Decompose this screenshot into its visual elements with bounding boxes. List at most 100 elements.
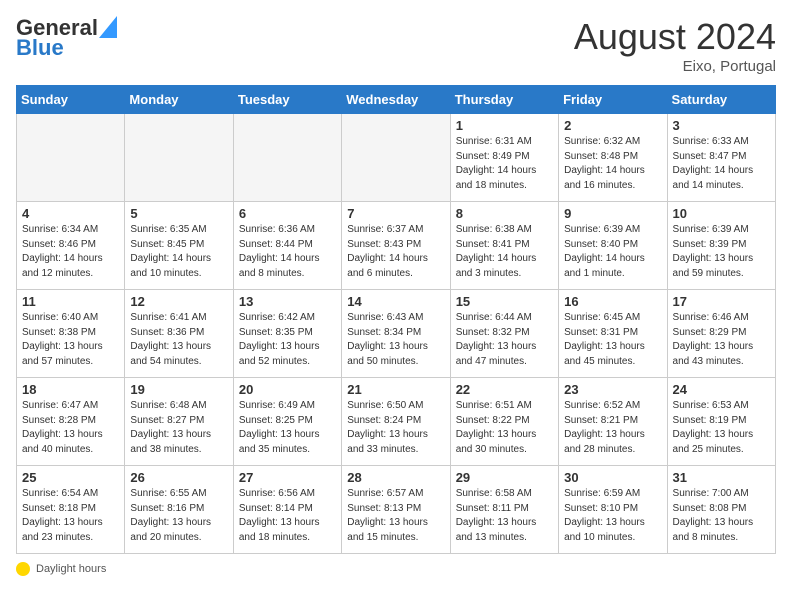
calendar-cell: 5 Sunrise: 6:35 AM Sunset: 8:45 PM Daylig… xyxy=(125,202,233,290)
cell-details: Sunrise: 6:54 AM Sunset: 8:18 PM Dayligh… xyxy=(22,487,119,545)
calendar-week-5: 25 Sunrise: 6:54 AM Sunset: 8:18 PM Dayli… xyxy=(17,466,776,554)
calendar-cell: 12Sunrise: 6:41 AM Sunset: 8:36 PM Dayli… xyxy=(125,290,233,378)
calendar-cell: 15Sunrise: 6:44 AM Sunset: 8:32 PM Dayli… xyxy=(450,290,558,378)
cell-details: Sunrise: 6:53 AM Sunset: 8:19 PM Dayligh… xyxy=(673,399,770,457)
cell-details: Sunrise: 6:59 AM Sunset: 8:10 PM Dayligh… xyxy=(564,487,661,545)
calendar-header-row: SundayMondayTuesdayWednesdayThursdayFrid… xyxy=(17,86,776,114)
calendar-cell xyxy=(125,114,233,202)
calendar-cell: 13Sunrise: 6:42 AM Sunset: 8:35 PM Dayli… xyxy=(233,290,341,378)
day-number: 13 xyxy=(239,294,336,309)
logo-blue: Blue xyxy=(16,36,117,60)
day-number: 30 xyxy=(564,470,661,485)
day-number: 15 xyxy=(456,294,553,309)
cell-details: Sunrise: 6:56 AM Sunset: 8:14 PM Dayligh… xyxy=(239,487,336,545)
cell-details: Sunrise: 6:55 AM Sunset: 8:16 PM Dayligh… xyxy=(130,487,227,545)
calendar-body: 1 Sunrise: 6:31 AM Sunset: 8:49 PM Daylig… xyxy=(17,114,776,554)
logo-arrow-icon xyxy=(99,16,117,38)
calendar-cell: 8 Sunrise: 6:38 AM Sunset: 8:41 PM Daylig… xyxy=(450,202,558,290)
day-number: 7 xyxy=(347,206,444,221)
page-header: General Blue August 2024 Eixo, Portugal xyxy=(16,16,776,75)
cell-details: Sunrise: 6:46 AM Sunset: 8:29 PM Dayligh… xyxy=(673,311,770,369)
cell-details: Sunrise: 6:39 AM Sunset: 8:39 PM Dayligh… xyxy=(673,223,770,281)
day-number: 3 xyxy=(673,118,770,133)
cell-details: Sunrise: 6:31 AM Sunset: 8:49 PM Dayligh… xyxy=(456,135,553,193)
cell-details: Sunrise: 6:57 AM Sunset: 8:13 PM Dayligh… xyxy=(347,487,444,545)
day-number: 1 xyxy=(456,118,553,133)
cell-details: Sunrise: 6:34 AM Sunset: 8:46 PM Dayligh… xyxy=(22,223,119,281)
calendar-cell: 22Sunrise: 6:51 AM Sunset: 8:22 PM Dayli… xyxy=(450,378,558,466)
day-number: 16 xyxy=(564,294,661,309)
day-number: 28 xyxy=(347,470,444,485)
cell-details: Sunrise: 7:00 AM Sunset: 8:08 PM Dayligh… xyxy=(673,487,770,545)
calendar-cell: 18 Sunrise: 6:47 AM Sunset: 8:28 PM Dayli… xyxy=(17,378,125,466)
cell-details: Sunrise: 6:38 AM Sunset: 8:41 PM Dayligh… xyxy=(456,223,553,281)
calendar-week-3: 11 Sunrise: 6:40 AM Sunset: 8:38 PM Dayli… xyxy=(17,290,776,378)
cell-details: Sunrise: 6:51 AM Sunset: 8:22 PM Dayligh… xyxy=(456,399,553,457)
day-header-monday: Monday xyxy=(125,86,233,114)
calendar-cell: 23Sunrise: 6:52 AM Sunset: 8:21 PM Dayli… xyxy=(559,378,667,466)
day-number: 10 xyxy=(673,206,770,221)
calendar-week-4: 18 Sunrise: 6:47 AM Sunset: 8:28 PM Dayli… xyxy=(17,378,776,466)
cell-details: Sunrise: 6:35 AM Sunset: 8:45 PM Dayligh… xyxy=(130,223,227,281)
calendar-cell: 11 Sunrise: 6:40 AM Sunset: 8:38 PM Dayli… xyxy=(17,290,125,378)
calendar-cell: 7 Sunrise: 6:37 AM Sunset: 8:43 PM Daylig… xyxy=(342,202,450,290)
calendar-cell: 29 Sunrise: 6:58 AM Sunset: 8:11 PM Dayli… xyxy=(450,466,558,554)
calendar-cell: 19 Sunrise: 6:48 AM Sunset: 8:27 PM Dayli… xyxy=(125,378,233,466)
cell-details: Sunrise: 6:48 AM Sunset: 8:27 PM Dayligh… xyxy=(130,399,227,457)
day-header-thursday: Thursday xyxy=(450,86,558,114)
calendar-footer: Daylight hours xyxy=(16,562,776,576)
calendar-cell: 1 Sunrise: 6:31 AM Sunset: 8:49 PM Daylig… xyxy=(450,114,558,202)
day-number: 4 xyxy=(22,206,119,221)
day-number: 14 xyxy=(347,294,444,309)
day-number: 29 xyxy=(456,470,553,485)
day-header-sunday: Sunday xyxy=(17,86,125,114)
calendar-cell: 21Sunrise: 6:50 AM Sunset: 8:24 PM Dayli… xyxy=(342,378,450,466)
cell-details: Sunrise: 6:32 AM Sunset: 8:48 PM Dayligh… xyxy=(564,135,661,193)
day-number: 19 xyxy=(130,382,227,397)
cell-details: Sunrise: 6:58 AM Sunset: 8:11 PM Dayligh… xyxy=(456,487,553,545)
calendar-cell: 28 Sunrise: 6:57 AM Sunset: 8:13 PM Dayli… xyxy=(342,466,450,554)
day-number: 25 xyxy=(22,470,119,485)
calendar-cell: 26Sunrise: 6:55 AM Sunset: 8:16 PM Dayli… xyxy=(125,466,233,554)
day-number: 27 xyxy=(239,470,336,485)
day-number: 6 xyxy=(239,206,336,221)
location: Eixo, Portugal xyxy=(574,58,776,75)
cell-details: Sunrise: 6:33 AM Sunset: 8:47 PM Dayligh… xyxy=(673,135,770,193)
cell-details: Sunrise: 6:39 AM Sunset: 8:40 PM Dayligh… xyxy=(564,223,661,281)
day-number: 5 xyxy=(130,206,227,221)
calendar-week-1: 1 Sunrise: 6:31 AM Sunset: 8:49 PM Daylig… xyxy=(17,114,776,202)
day-number: 8 xyxy=(456,206,553,221)
day-header-wednesday: Wednesday xyxy=(342,86,450,114)
cell-details: Sunrise: 6:47 AM Sunset: 8:28 PM Dayligh… xyxy=(22,399,119,457)
logo-text: General Blue xyxy=(16,16,117,60)
cell-details: Sunrise: 6:37 AM Sunset: 8:43 PM Dayligh… xyxy=(347,223,444,281)
footer-label: Daylight hours xyxy=(36,563,106,575)
cell-details: Sunrise: 6:43 AM Sunset: 8:34 PM Dayligh… xyxy=(347,311,444,369)
day-header-tuesday: Tuesday xyxy=(233,86,341,114)
cell-details: Sunrise: 6:36 AM Sunset: 8:44 PM Dayligh… xyxy=(239,223,336,281)
title-block: August 2024 Eixo, Portugal xyxy=(574,16,776,75)
day-number: 31 xyxy=(673,470,770,485)
calendar-table: SundayMondayTuesdayWednesdayThursdayFrid… xyxy=(16,85,776,554)
day-number: 17 xyxy=(673,294,770,309)
calendar-cell: 20Sunrise: 6:49 AM Sunset: 8:25 PM Dayli… xyxy=(233,378,341,466)
calendar-cell: 10 Sunrise: 6:39 AM Sunset: 8:39 PM Dayli… xyxy=(667,202,775,290)
calendar-cell: 27 Sunrise: 6:56 AM Sunset: 8:14 PM Dayli… xyxy=(233,466,341,554)
cell-details: Sunrise: 6:50 AM Sunset: 8:24 PM Dayligh… xyxy=(347,399,444,457)
day-header-friday: Friday xyxy=(559,86,667,114)
day-number: 18 xyxy=(22,382,119,397)
day-number: 9 xyxy=(564,206,661,221)
day-header-saturday: Saturday xyxy=(667,86,775,114)
calendar-cell: 4 Sunrise: 6:34 AM Sunset: 8:46 PM Daylig… xyxy=(17,202,125,290)
logo: General Blue xyxy=(16,16,117,60)
calendar-cell xyxy=(233,114,341,202)
cell-details: Sunrise: 6:40 AM Sunset: 8:38 PM Dayligh… xyxy=(22,311,119,369)
cell-details: Sunrise: 6:49 AM Sunset: 8:25 PM Dayligh… xyxy=(239,399,336,457)
sun-icon xyxy=(16,562,30,576)
calendar-cell: 17 Sunrise: 6:46 AM Sunset: 8:29 PM Dayli… xyxy=(667,290,775,378)
calendar-cell: 14 Sunrise: 6:43 AM Sunset: 8:34 PM Dayli… xyxy=(342,290,450,378)
calendar-cell: 25 Sunrise: 6:54 AM Sunset: 8:18 PM Dayli… xyxy=(17,466,125,554)
day-number: 11 xyxy=(22,294,119,309)
day-number: 23 xyxy=(564,382,661,397)
cell-details: Sunrise: 6:41 AM Sunset: 8:36 PM Dayligh… xyxy=(130,311,227,369)
